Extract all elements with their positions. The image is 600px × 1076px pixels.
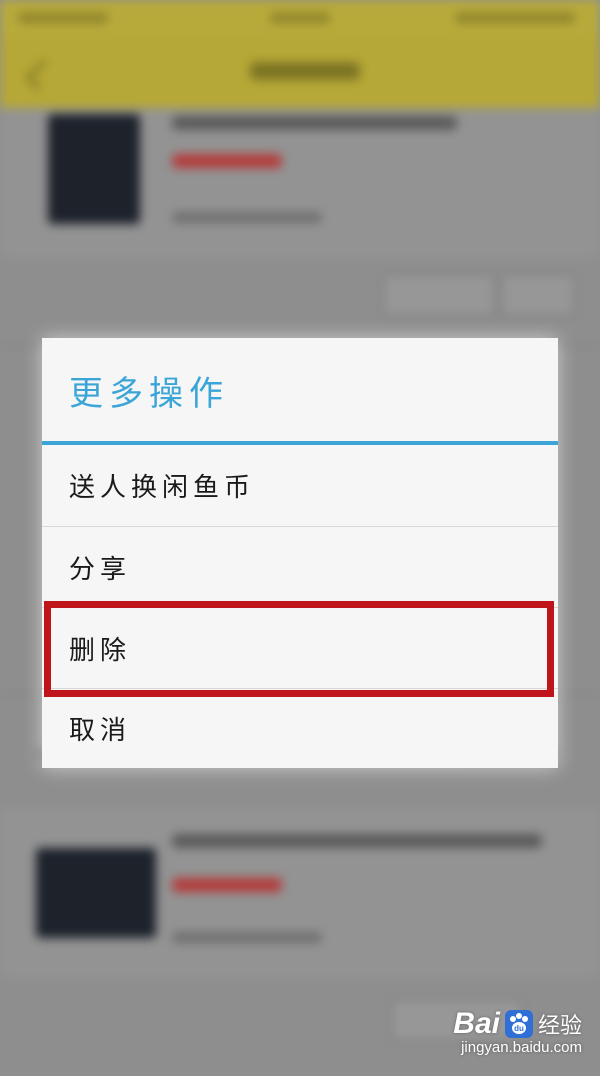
blurred-button (500, 273, 576, 317)
status-bar (0, 0, 600, 38)
app-header (0, 38, 600, 108)
baidu-jingyan-watermark: Bai du 经验 jingyan.baidu.com (453, 1007, 582, 1056)
option-share[interactable]: 分享 (42, 527, 558, 607)
option-send-for-coins[interactable]: 送人换闲鱼币 (42, 445, 558, 525)
baidu-paw-icon: du (504, 1009, 534, 1039)
header-title-blurred (250, 62, 360, 80)
dialog-title: 更多操作 (69, 374, 229, 414)
list-item (0, 108, 600, 258)
option-delete[interactable]: 删除 (42, 608, 558, 688)
product-image (36, 848, 156, 938)
option-cancel[interactable]: 取消 (42, 688, 558, 768)
list-item (0, 808, 600, 978)
product-image (48, 114, 140, 224)
watermark-brand: Bai (453, 1007, 500, 1040)
watermark-brand-cn: 经验 (537, 1014, 582, 1039)
watermark-url: jingyan.baidu.com (461, 1039, 582, 1056)
back-arrow-icon (25, 59, 57, 91)
more-actions-dialog: 更多操作 送人换闲鱼币 分享 删除 取消 (42, 338, 558, 768)
svg-text:du: du (514, 1024, 524, 1033)
blurred-button (382, 273, 496, 317)
